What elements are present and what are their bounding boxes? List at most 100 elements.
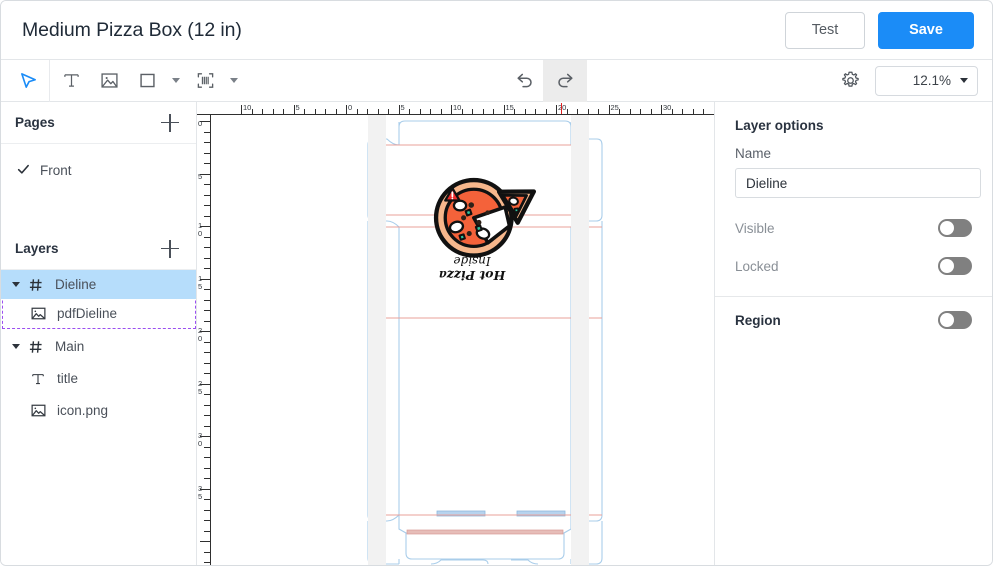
- ruler-label: 5: [295, 103, 300, 112]
- layer-item-dieline[interactable]: Dieline: [1, 270, 196, 299]
- ruler-tick: [204, 404, 210, 406]
- barcode-tool[interactable]: [186, 60, 224, 102]
- ruler-tick: [204, 299, 210, 301]
- layer-item-icon-png[interactable]: icon.png: [1, 396, 196, 425]
- locked-toggle[interactable]: [938, 257, 972, 275]
- ruler-tick: [556, 105, 557, 114]
- ruler-tick: [346, 105, 347, 114]
- ruler-tick: [204, 352, 210, 353]
- save-button[interactable]: Save: [878, 11, 974, 49]
- ruler-label: 15: [198, 273, 203, 291]
- select-tool[interactable]: [9, 60, 47, 102]
- ruler-label: 35: [198, 483, 203, 501]
- undo-button[interactable]: [505, 60, 543, 102]
- ruler-tick: [204, 257, 210, 259]
- undo-icon: [516, 73, 532, 88]
- ruler-tick: [204, 215, 210, 217]
- left-sidebar: Pages Front Layers Dieline pdfDieline Ma…: [1, 102, 197, 565]
- barcode-icon: [197, 73, 213, 88]
- right-sidebar: Layer options Name Visible Locked Region: [714, 102, 992, 565]
- artwork-headline: Hot Pizza: [438, 267, 506, 283]
- ruler-label: 20: [558, 103, 567, 112]
- layer-item-label: icon.png: [57, 403, 109, 418]
- layer-item-label: Main: [55, 339, 85, 354]
- check-icon: [17, 163, 30, 178]
- region-label: Region: [735, 312, 781, 328]
- ruler-tick: [204, 520, 210, 521]
- ruler-label: 0: [198, 119, 203, 128]
- ruler-tick: [204, 478, 210, 479]
- ruler-label: 25: [198, 378, 203, 396]
- page-item-front[interactable]: Front: [1, 155, 196, 185]
- locked-row: Locked: [735, 250, 972, 282]
- cursor-arrow-icon: [20, 73, 36, 88]
- ruler-label: 20: [198, 326, 203, 343]
- ruler-tick: [204, 131, 210, 133]
- toolbar-right-group: 12.1%: [831, 60, 978, 102]
- layer-item-title[interactable]: title: [1, 364, 196, 393]
- test-button[interactable]: Test: [785, 11, 865, 49]
- ruler-label: 10: [453, 103, 462, 112]
- ruler-tick: [204, 362, 210, 364]
- artboard-margin-right: [571, 115, 589, 565]
- layer-name-input[interactable]: [735, 168, 981, 198]
- shape-tool[interactable]: [128, 60, 166, 102]
- name-label: Name: [735, 146, 772, 161]
- shape-tool-dropdown[interactable]: [166, 60, 186, 102]
- toolbar-divider: [49, 59, 50, 102]
- dieline-artwork: [367, 120, 603, 565]
- design-editor-app: Medium Pizza Box (12 in) Test Save 12.1%…: [0, 0, 993, 566]
- redo-button[interactable]: [543, 59, 587, 102]
- region-toggle[interactable]: [938, 311, 972, 329]
- ruler-tick: [204, 509, 210, 511]
- visible-label: Visible: [735, 220, 775, 236]
- ruler-label: 5: [198, 171, 203, 181]
- image-tool[interactable]: [90, 60, 128, 102]
- ruler-tick: [451, 105, 452, 114]
- settings-button[interactable]: [831, 60, 869, 102]
- ruler-tick: [204, 415, 210, 416]
- layer-item-main[interactable]: Main: [1, 332, 196, 361]
- canvas-area[interactable]: 10 5 0 5 10 15 20 25 30 05101520253035 H…: [197, 102, 714, 565]
- artwork-text-block: Hot Pizza Inside: [412, 253, 532, 283]
- artboard-margin-left: [368, 115, 386, 565]
- add-page-button[interactable]: [158, 111, 182, 135]
- vertical-ruler: 0 5 10 15 20 25 30 35: [197, 115, 211, 565]
- expand-arrow-icon[interactable]: [7, 344, 25, 349]
- image-icon: [27, 403, 49, 418]
- group-icon: [25, 278, 47, 292]
- layer-item-label: Dieline: [55, 277, 97, 292]
- glue-tabs: [406, 510, 566, 535]
- ruler-tick: [204, 425, 210, 427]
- chevron-down-icon: [230, 78, 238, 83]
- zoom-level-value: 12.1%: [912, 73, 951, 88]
- rectangle-icon: [139, 73, 155, 88]
- ruler-tick: [204, 310, 210, 311]
- ruler-label: 15: [505, 103, 514, 112]
- visible-toggle[interactable]: [938, 219, 972, 237]
- region-row: Region: [715, 297, 992, 343]
- app-header: Medium Pizza Box (12 in) Test Save: [1, 1, 992, 60]
- barcode-tool-dropdown[interactable]: [224, 60, 244, 102]
- expand-arrow-icon[interactable]: [7, 282, 25, 287]
- ruler-tick: [204, 457, 210, 458]
- pizza-icon: [433, 177, 537, 258]
- design-canvas[interactable]: Hot Pizza Inside: [211, 115, 714, 565]
- add-layer-button[interactable]: [158, 237, 182, 261]
- horizontal-ruler: 10 5 0 5 10 15 20 25 30: [197, 102, 714, 115]
- ruler-position-marker: [561, 103, 562, 114]
- ruler-label: 10: [198, 221, 203, 238]
- image-icon: [100, 73, 118, 88]
- text-tool[interactable]: [52, 60, 90, 102]
- ruler-tick: [204, 562, 210, 563]
- ruler-tick: [241, 105, 242, 114]
- layer-item-pdfdieline[interactable]: pdfDieline: [1, 299, 196, 328]
- layer-item-label: pdfDieline: [57, 306, 118, 321]
- text-icon: [63, 74, 79, 87]
- chevron-down-icon: [172, 78, 180, 83]
- group-icon: [25, 340, 47, 354]
- chevron-down-icon: [960, 78, 968, 83]
- zoom-selector[interactable]: 12.1%: [875, 65, 978, 96]
- ruler-label: 30: [663, 103, 672, 112]
- layers-panel-header: Layers: [1, 228, 196, 270]
